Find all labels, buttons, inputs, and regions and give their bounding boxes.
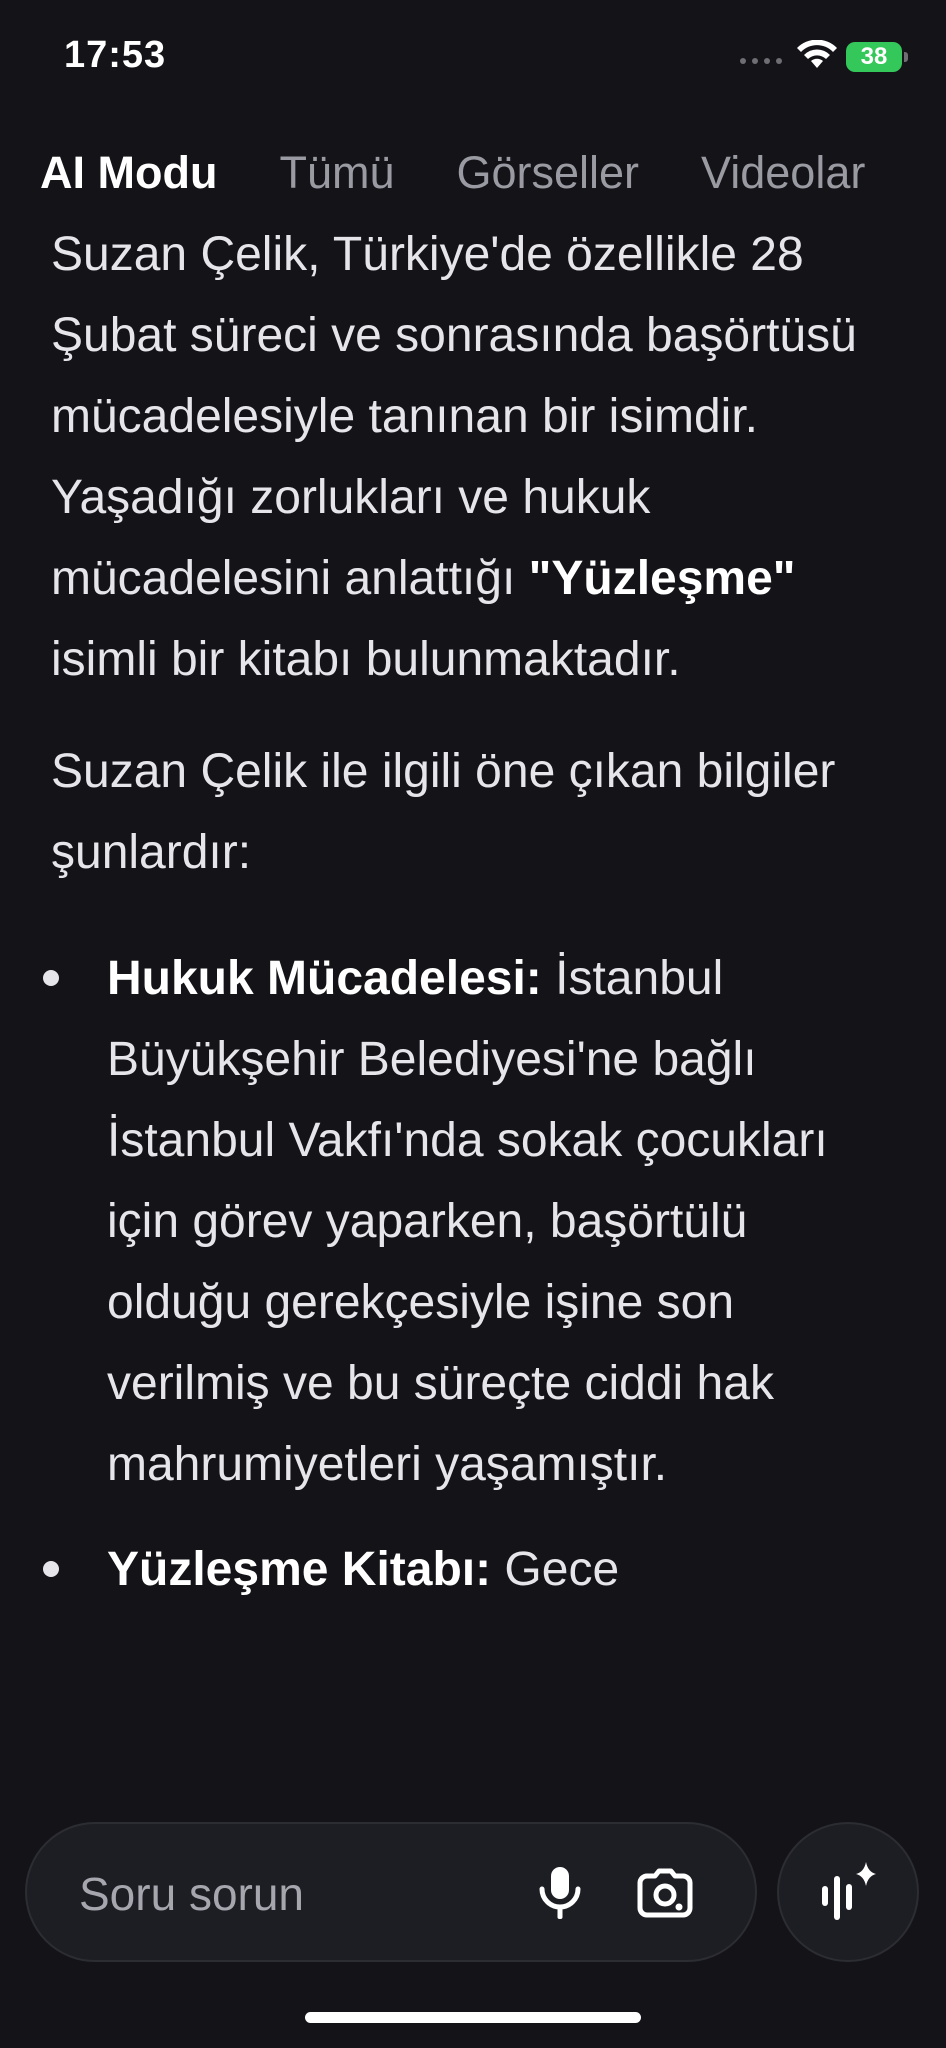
list-item: Yüzleşme Kitabı: Gece [43, 1529, 901, 1610]
ai-mode-sparkle-icon [822, 1862, 876, 1920]
battery-icon: 38 [846, 42, 902, 72]
search-tabs: AI Modu Tümü Görseller Videolar [0, 138, 946, 208]
list-item: Hukuk Mücadelesi: İstanbul Büyükşehir Be… [43, 938, 901, 1505]
info-list: Hukuk Mücadelesi: İstanbul Büyükşehir Be… [43, 938, 901, 1610]
intro-tail: isimli bir kitabı bulunmaktadır. [51, 633, 681, 686]
microphone-icon [539, 1867, 581, 1919]
tab-all[interactable]: Tümü [279, 147, 394, 199]
tab-images[interactable]: Görseller [456, 147, 639, 199]
ask-input[interactable] [77, 1860, 501, 1928]
cellular-signal-icon [740, 58, 782, 64]
list-item-text: Gece [491, 1543, 620, 1596]
bullet-dot [43, 970, 59, 986]
bullet-dot [43, 1561, 59, 1577]
lens-button[interactable] [632, 1860, 698, 1926]
microphone-button[interactable] [527, 1860, 593, 1926]
intro-paragraph: Suzan Çelik, Türkiye'de özellikle 28 Şub… [51, 214, 901, 700]
ask-bar [25, 1822, 757, 1962]
battery-tip [904, 52, 908, 62]
home-indicator [305, 2012, 641, 2023]
ai-mode-button[interactable] [777, 1822, 919, 1962]
status-bar: 17:53 38 [0, 0, 946, 110]
google-lens-icon [637, 1868, 693, 1918]
tab-videos[interactable]: Videolar [701, 147, 865, 199]
tab-ai-mode[interactable]: AI Modu [40, 147, 217, 199]
book-title: "Yüzleşme" [528, 552, 796, 605]
summary-paragraph: Suzan Çelik ile ilgili öne çıkan bilgile… [51, 745, 836, 879]
intro-text: Suzan Çelik, Türkiye'de özellikle 28 Şub… [51, 228, 857, 605]
battery-level: 38 [860, 43, 888, 70]
list-item-text: İstanbul Büyükşehir Belediyesi'ne bağlı … [107, 952, 828, 1491]
status-time: 17:53 [64, 34, 167, 76]
content-fade [0, 1740, 946, 1810]
wifi-icon [797, 40, 837, 68]
list-item-title: Yüzleşme Kitabı: [107, 1543, 492, 1596]
list-item-title: Hukuk Mücadelesi: [107, 952, 542, 1005]
ai-answer: Suzan Çelik, Türkiye'de özellikle 28 Şub… [43, 214, 901, 1634]
